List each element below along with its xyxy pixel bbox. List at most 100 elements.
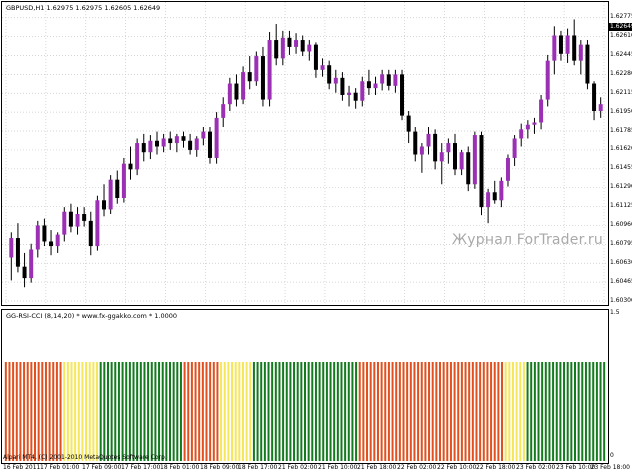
candle-bull	[62, 211, 67, 235]
candle-bear	[128, 163, 133, 170]
candle-bear	[340, 77, 345, 95]
candle-bear	[287, 37, 292, 47]
candle-bull	[201, 131, 206, 139]
candle-bull	[35, 225, 40, 250]
candle-bull	[294, 40, 299, 47]
candle-bear	[327, 65, 332, 84]
time-tick-label: 21 Feb 18:00	[357, 464, 397, 471]
price-axis[interactable]: 1.62775 1.62610 1.62445 1.62280 1.62115 1.619…	[610, 0, 632, 470]
chart-window[interactable]: GBPUSD,H1 1.62975 1.62975 1.62605 1.6264…	[0, 0, 632, 474]
candle-bear	[433, 133, 438, 162]
candle-bull	[241, 72, 246, 100]
price-tick-label: 1.60300	[610, 296, 632, 304]
price-tick-label: 1.61290	[610, 183, 632, 191]
current-price-tag: 1.62649	[609, 23, 632, 31]
candle-bull	[9, 238, 14, 258]
candle-bull	[360, 81, 365, 101]
candle-bear	[22, 266, 27, 279]
candle-bear	[466, 152, 471, 185]
candle-bear	[406, 115, 411, 132]
candle-bear	[15, 238, 20, 267]
indicator-histogram-canvas[interactable]	[2, 310, 608, 463]
time-tick-label: 18 Feb 09:00	[200, 464, 240, 471]
candle-bear	[353, 92, 358, 101]
candle-bear	[313, 44, 318, 70]
time-tick-label: 23 Feb 02:00	[516, 464, 556, 471]
time-tick-label: 22 Feb 02:00	[397, 464, 437, 471]
candle-bull	[439, 152, 444, 162]
indicator-tick-label: 0	[610, 452, 614, 459]
candle-bear	[585, 44, 590, 84]
price-tick-label: 1.61950	[610, 107, 632, 115]
candle-bear	[141, 143, 146, 153]
candle-bull	[545, 60, 550, 100]
candle-bull	[194, 138, 199, 150]
time-axis[interactable]: 16 Feb 2011 17 Feb 01:00 17 Feb 09:00 17 Fe…	[0, 463, 632, 474]
price-tick-label: 1.60465	[610, 277, 632, 285]
candle-bull	[373, 83, 378, 89]
candle-bull	[393, 74, 398, 86]
price-tick-label: 1.60795	[610, 239, 632, 247]
candle-bull	[472, 135, 477, 185]
candle-bull	[505, 157, 510, 181]
candle-bear	[300, 40, 305, 52]
candle-bear	[155, 140, 159, 147]
time-tick-label: 16 Feb 2011	[3, 464, 41, 471]
candle-bull	[108, 179, 113, 210]
candle-bull	[135, 143, 140, 170]
candle-bear	[42, 225, 47, 242]
price-tick-label: 1.62610	[610, 32, 632, 40]
price-tick-label: 1.62280	[610, 69, 632, 77]
candle-bull	[598, 104, 603, 112]
candle-bull	[532, 122, 537, 125]
price-chart-canvas[interactable]	[2, 2, 608, 305]
candle-bear	[400, 74, 405, 116]
candle-bull	[499, 180, 504, 201]
price-tick-label: 1.61125	[610, 202, 632, 210]
candle-bull	[267, 40, 272, 100]
candle-bear	[82, 214, 87, 221]
candle-bear	[115, 179, 120, 198]
candle-bear	[234, 83, 239, 100]
candle-bull	[446, 143, 451, 153]
candle-bear	[188, 140, 193, 150]
time-tick-label: 17 Feb 17:00	[121, 464, 161, 471]
price-tick-label: 1.62445	[610, 50, 632, 58]
price-tick-label: 1.62115	[610, 88, 632, 96]
copyright-text: Alpari MT4, (C) 2001-2010 MetaQuotes Sof…	[3, 454, 167, 461]
candle-bull	[161, 138, 166, 147]
candle-bull	[380, 74, 385, 84]
candle-bear	[572, 35, 577, 61]
price-tick-label: 1.62775	[610, 13, 632, 21]
time-tick-label: 18 Feb 01:00	[160, 464, 200, 471]
candle-bear	[386, 74, 391, 86]
indicator-panel[interactable]: GG-RSI-CCI (8,14,20) * www.fx-ggakko.com…	[1, 309, 609, 464]
candle-bull	[75, 214, 80, 227]
time-tick-label: 23 Feb 18:00	[590, 464, 630, 471]
candle-bull	[519, 129, 524, 139]
time-tick-label: 21 Feb 02:00	[278, 464, 318, 471]
candle-bull	[320, 65, 325, 70]
candle-bull	[459, 152, 464, 170]
candle-bull	[55, 234, 60, 247]
price-tick-label: 1.60630	[610, 258, 632, 266]
candle-bull	[419, 146, 424, 155]
price-chart-panel[interactable]: GBPUSD,H1 1.62975 1.62975 1.62605 1.6264…	[1, 1, 609, 306]
indicator-header: GG-RSI-CCI (8,14,20) * www.fx-ggakko.com…	[6, 312, 178, 320]
symbol-header: GBPUSD,H1 1.62975 1.62975 1.62605 1.6264…	[6, 4, 161, 12]
candle-bull	[426, 133, 431, 147]
time-tick-label: 23 Feb 10:00	[556, 464, 596, 471]
time-tick-label: 18 Feb 17:00	[238, 464, 278, 471]
time-tick-label: 17 Feb 09:00	[82, 464, 122, 471]
price-tick-label: 1.60960	[610, 220, 632, 228]
candle-bear	[479, 135, 484, 208]
candle-bull	[95, 200, 100, 247]
candle-bull	[148, 140, 153, 153]
candle-bull	[307, 44, 312, 52]
price-tick-label: 1.61620	[610, 145, 632, 153]
candle-bull	[227, 83, 232, 105]
candle-bull	[29, 249, 34, 279]
candle-bear	[453, 143, 457, 170]
watermark-text: Журнал ForTrader.ru	[452, 232, 603, 248]
candle-bear	[492, 192, 497, 201]
